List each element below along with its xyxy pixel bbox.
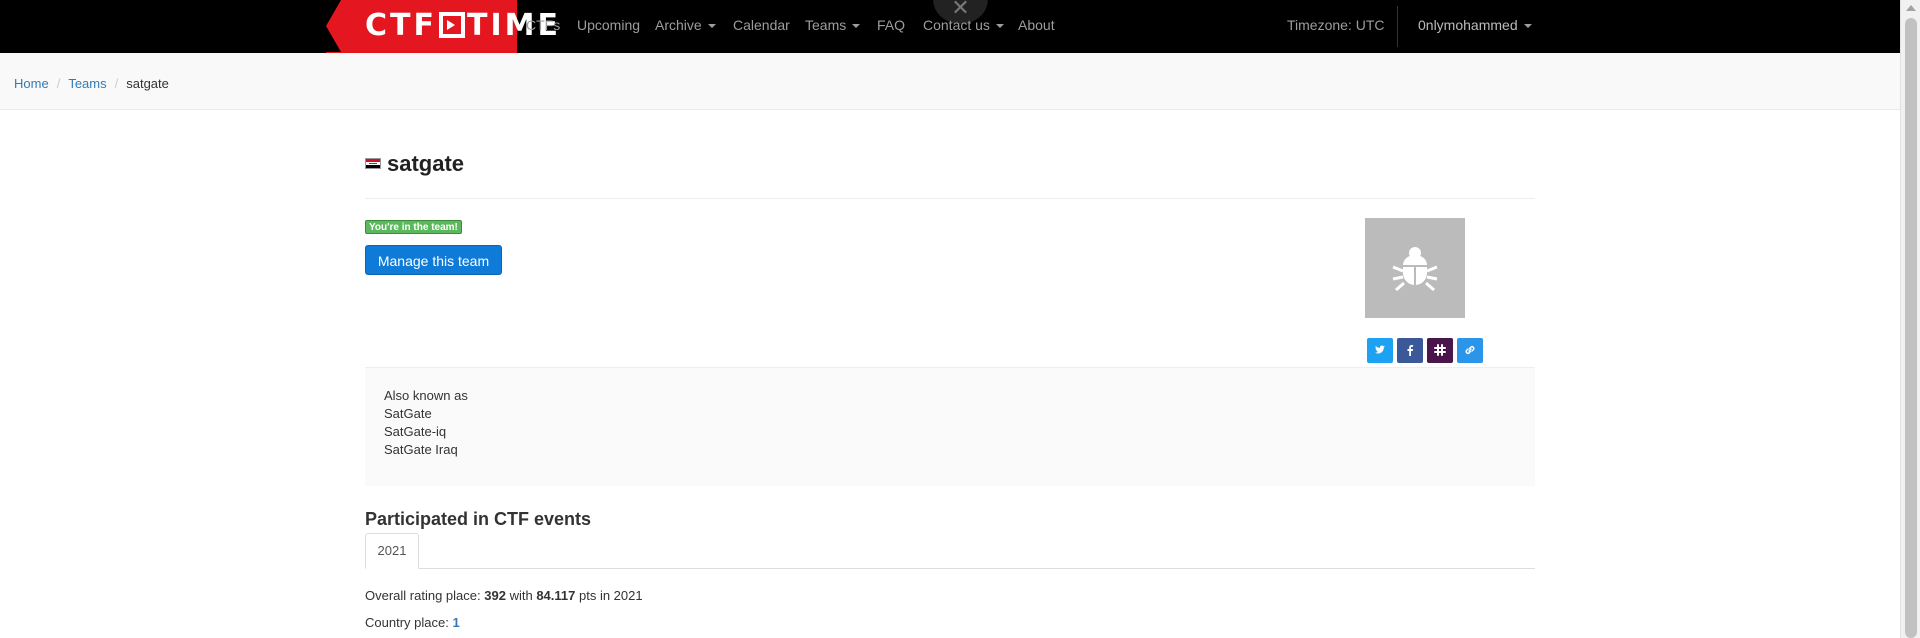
member-badge: You're in the team!: [365, 220, 462, 234]
logo-notch: [326, 0, 341, 52]
nav-item-archive[interactable]: Archive: [655, 16, 716, 34]
nav-item-label: Archive: [655, 17, 702, 33]
nav-item-label: Calendar: [733, 17, 790, 33]
twitter-share-button[interactable]: [1367, 338, 1393, 363]
page-title: satgate: [387, 151, 465, 176]
nav-item-label: Teams: [805, 17, 847, 33]
nav-item-about[interactable]: About: [1018, 16, 1055, 34]
alias-item: SatGate Iraq: [384, 442, 458, 457]
nav-item-ctfs[interactable]: CTFs: [526, 16, 560, 34]
alias-item: SatGate: [384, 406, 432, 421]
breadcrumb-bar: Home / Teams / satgate: [0, 53, 1900, 110]
logo-text-left: CTF: [365, 8, 437, 43]
tab-divider: [365, 568, 1535, 569]
divider: [365, 198, 1535, 199]
user-menu[interactable]: 0nlymohammed: [1418, 16, 1532, 34]
nav-item-teams[interactable]: Teams: [805, 16, 861, 34]
timezone-link[interactable]: Timezone: UTC: [1287, 16, 1385, 34]
logo-flag-icon: [438, 12, 465, 38]
scroll-up-arrow-icon[interactable]: [1906, 5, 1916, 11]
chevron-down-icon: [1523, 24, 1532, 29]
breadcrumb-separator: /: [114, 76, 119, 91]
nav-item-label: Contact us: [923, 17, 990, 33]
nav-item-upcoming[interactable]: Upcoming: [577, 16, 640, 34]
scrollbar-thumb[interactable]: [1905, 18, 1917, 638]
breadcrumb-separator: /: [56, 76, 61, 91]
nav-item-label: About: [1018, 17, 1055, 33]
overall-rating-points: 84.117: [536, 588, 576, 603]
overall-rating-prefix: Overall rating place:: [365, 588, 481, 603]
overall-rating-place: 392: [484, 588, 506, 603]
overall-rating-line: Overall rating place: 392 with 84.117 pt…: [365, 588, 643, 604]
chevron-down-icon: [995, 24, 1004, 29]
nav-item-label: CTFs: [526, 17, 561, 33]
facebook-share-button[interactable]: [1397, 338, 1423, 363]
nav-item-faq[interactable]: FAQ: [877, 16, 905, 34]
breadcrumb: Home / Teams / satgate: [14, 76, 169, 92]
link-share-button[interactable]: [1457, 338, 1483, 363]
vertical-scrollbar[interactable]: [1900, 0, 1920, 638]
nav-item-calendar[interactable]: Calendar: [733, 16, 790, 34]
breadcrumb-home[interactable]: Home: [14, 76, 49, 91]
top-navbar: CTF TIME ✕ CTFs Upcoming Archive Calendar…: [0, 0, 1900, 53]
breadcrumb-current: satgate: [126, 76, 169, 91]
link-icon: [1465, 346, 1475, 354]
also-known-as-panel: Also known as SatGate SatGate-iq SatGate…: [365, 367, 1535, 486]
country-place-line: Country place: 1: [365, 615, 460, 631]
alias-item: SatGate-iq: [384, 424, 447, 439]
overall-rating-with: with: [509, 588, 533, 603]
also-known-as-heading: Also known as: [384, 388, 468, 403]
nav-divider: [1397, 6, 1398, 47]
chevron-down-icon: [852, 24, 861, 29]
iraq-flag-icon: [365, 158, 381, 169]
chevron-down-icon: [707, 24, 716, 29]
nav-item-contact[interactable]: Contact us: [923, 16, 1004, 34]
nav-item-label: Upcoming: [577, 17, 641, 33]
country-place-prefix: Country place:: [365, 615, 449, 630]
bug-icon: [1392, 247, 1438, 292]
user-name: 0nlymohammed: [1418, 17, 1518, 33]
events-section-title: Participated in CTF events: [365, 509, 592, 529]
slack-share-button[interactable]: [1427, 338, 1453, 363]
slack-icon: [1434, 344, 1446, 356]
ctftime-logo[interactable]: CTF TIME: [326, 0, 558, 53]
breadcrumb-teams[interactable]: Teams: [68, 76, 106, 91]
facebook-icon: [1407, 345, 1414, 356]
overall-rating-suffix: pts in 2021: [579, 588, 643, 603]
country-place-link[interactable]: 1: [452, 615, 459, 630]
tab-2021[interactable]: 2021: [365, 533, 419, 569]
nav-item-label: FAQ: [877, 17, 906, 33]
manage-team-button[interactable]: Manage this team: [365, 245, 502, 275]
twitter-icon: [1375, 345, 1385, 354]
team-avatar: [1365, 218, 1465, 318]
